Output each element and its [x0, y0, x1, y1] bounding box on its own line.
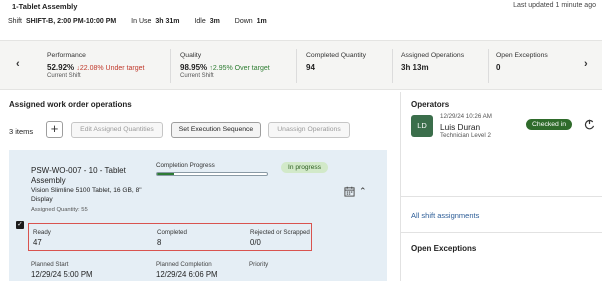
calendar-icon[interactable]: [344, 186, 355, 197]
planned-start: Planned Start 12/29/24 5:00 PM: [31, 261, 93, 279]
metric-label: Assigned Operations: [401, 52, 465, 59]
shift-value: SHIFT-B, 2:00 PM-10:00 PM: [25, 18, 117, 25]
divider: [392, 49, 393, 83]
stat-ready: Ready 47: [33, 229, 51, 247]
operators-title: Operators: [411, 100, 450, 109]
last-updated-text: Last updated 1 minute ago: [513, 2, 596, 9]
idle-value: 3m: [209, 18, 220, 25]
metric-delta: 2.95% Over target: [212, 65, 270, 72]
divider: [488, 49, 489, 83]
priority: Priority: [249, 261, 269, 268]
completion-progress-bar: [156, 172, 268, 176]
panel-divider: [400, 92, 401, 281]
metric-value: 3h 13m: [401, 63, 429, 72]
metric-label: Completed Quantity: [306, 52, 367, 59]
metric-assigned-operations: Assigned Operations 3h 13m: [401, 52, 464, 72]
divider: [400, 232, 602, 233]
page-title: 1-Tablet Assembly: [12, 2, 78, 11]
metric-performance: Performance 52.92% ↓22.08% Under target …: [47, 52, 144, 79]
operator-level: Technician Level 2: [440, 132, 491, 139]
progress-fill: [157, 173, 174, 175]
section-title: Assigned work order operations: [9, 100, 132, 109]
shift-label: Shift: [8, 18, 23, 25]
assigned-quantity: Assigned Quantity: 55: [31, 207, 88, 213]
quantity-stats: Ready 47 Completed 8 Rejected or Scrappe…: [28, 223, 312, 251]
chevron-up-icon[interactable]: ⌃: [359, 186, 367, 197]
items-count: 3 items: [9, 127, 34, 136]
checked-in-badge: Checked in: [526, 119, 573, 130]
metric-value: 94: [306, 63, 315, 72]
avatar: LD: [411, 115, 433, 137]
metric-value: 52.92% ↓22.08% Under target: [47, 63, 145, 72]
edit-assigned-quantities-button[interactable]: Edit Assigned Quantities: [71, 122, 163, 138]
operation-name[interactable]: PSW-WO-007 - 10 - Tablet Assembly: [31, 166, 151, 186]
check-out-icon[interactable]: [584, 119, 595, 130]
operation-description: Vision Slimline 5100 Tablet, 16 GB, 8" D…: [31, 187, 142, 203]
open-exceptions-title: Open Exceptions: [411, 244, 477, 253]
divider: [170, 49, 171, 83]
all-shift-assignments-link[interactable]: All shift assignments: [411, 211, 479, 220]
metric-sub: Current Shift: [47, 73, 81, 79]
divider: [400, 196, 602, 197]
operator-name: Luis Duran: [440, 122, 481, 132]
metric-completed-quantity: Completed Quantity 94: [306, 52, 366, 72]
divider: [296, 49, 297, 83]
down-label: Down: [234, 18, 253, 25]
in-use-label: In Use: [131, 18, 152, 25]
metric-value: 98.95% ↑2.95% Over target: [180, 63, 270, 72]
add-button[interactable]: +: [46, 121, 63, 138]
metric-delta: 22.08% Under target: [79, 65, 145, 72]
idle-label: Idle: [194, 18, 206, 25]
metric-label: Quality: [180, 52, 202, 59]
status-badge: In progress: [281, 162, 328, 173]
chevron-left-icon[interactable]: ‹: [16, 58, 20, 70]
set-execution-sequence-button[interactable]: Set Execution Sequence: [171, 122, 261, 138]
stat-rejected: Rejected or Scrapped 0/0: [250, 229, 310, 247]
metrics-strip: ‹ Performance 52.92% ↓22.08% Under targe…: [0, 40, 602, 90]
in-use-value: 3h 31m: [155, 18, 180, 25]
unassign-operations-button[interactable]: Unassign Operations: [268, 122, 350, 138]
shift-summary: Shift SHIFT-B, 2:00 PM-10:00 PM In Use 3…: [8, 18, 269, 25]
metric-label: Performance: [47, 52, 86, 59]
operator-checkin-time: 12/29/24 10:26 AM: [440, 113, 492, 120]
metric-quality: Quality 98.95% ↑2.95% Over target Curren…: [180, 52, 270, 79]
chevron-right-icon[interactable]: ›: [584, 58, 588, 70]
operation-card[interactable]: PSW-WO-007 - 10 - Tablet Assembly Vision…: [9, 150, 387, 281]
progress-label: Completion Progress: [156, 162, 215, 169]
metric-label: Open Exceptions: [496, 52, 548, 59]
metric-sub: Current Shift: [180, 73, 214, 79]
metric-value: 0: [496, 63, 501, 72]
planned-completion: Planned Completion 12/29/24 6:06 PM: [156, 261, 218, 279]
down-value: 1m: [256, 18, 267, 25]
metric-open-exceptions: Open Exceptions 0: [496, 52, 548, 72]
row-checkbox[interactable]: ✓: [16, 221, 24, 229]
stat-completed: Completed 8: [157, 229, 187, 247]
